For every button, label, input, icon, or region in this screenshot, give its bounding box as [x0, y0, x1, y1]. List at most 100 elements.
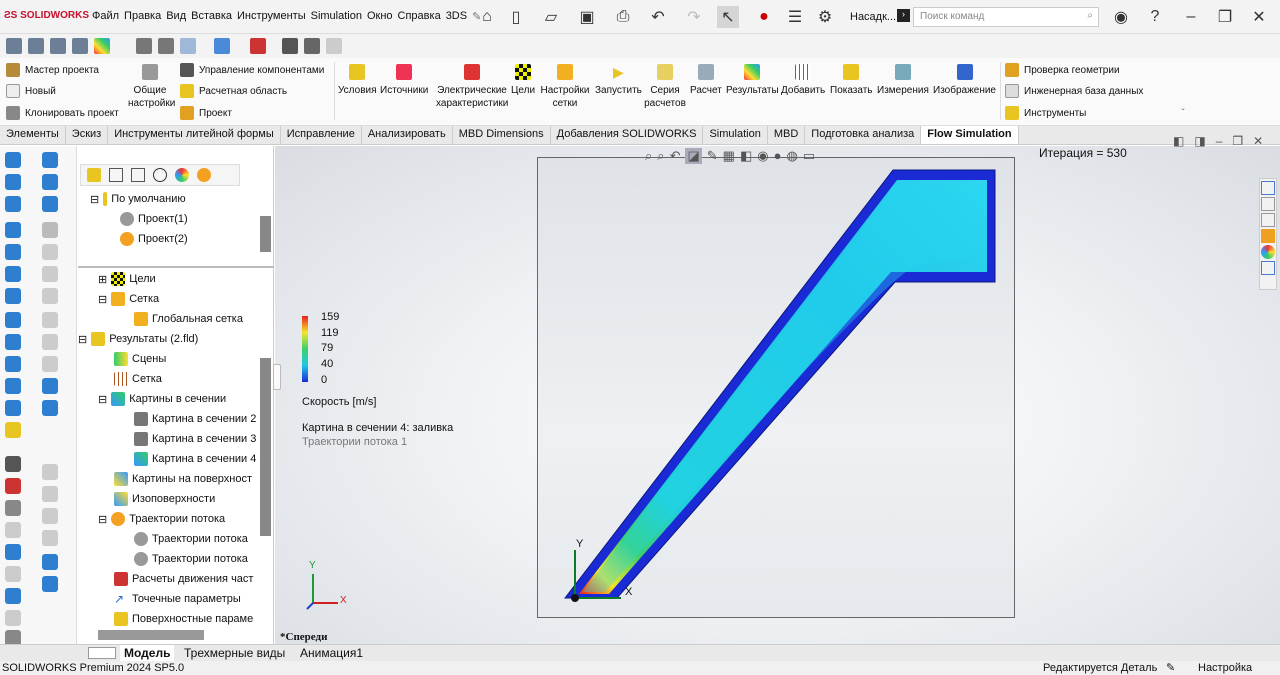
- doc-restore-icon[interactable]: ❐: [1232, 134, 1243, 148]
- tree-item-project2[interactable]: Проект(2): [120, 232, 188, 246]
- toolbar-tool-icon[interactable]: [250, 38, 266, 54]
- tab-addins[interactable]: Добавления SOLIDWORKS: [551, 126, 704, 144]
- tab-analyze[interactable]: Анализировать: [362, 126, 453, 144]
- toolbar-tool-icon[interactable]: [42, 400, 58, 416]
- tab-flow-simulation[interactable]: Flow Simulation: [921, 126, 1019, 144]
- menu-simulation[interactable]: Simulation: [311, 10, 362, 23]
- toolbar-tool-icon[interactable]: [42, 152, 58, 168]
- measure-button[interactable]: Измерения: [877, 64, 929, 97]
- toolbar-tool-icon[interactable]: [5, 456, 21, 472]
- batch-run-button[interactable]: Серия расчетов: [641, 64, 689, 110]
- toolbar-tool-icon[interactable]: [214, 38, 230, 54]
- tree-item-surface-parameters[interactable]: Поверхностные параме: [114, 612, 253, 626]
- tile-left-icon[interactable]: ◧: [1173, 134, 1184, 148]
- close-icon[interactable]: ✕: [1248, 6, 1270, 28]
- tree-item-mesh[interactable]: ⊟ Сетка: [98, 292, 159, 306]
- results-toolbar-icon[interactable]: [94, 38, 110, 54]
- tab-mbd[interactable]: MBD: [768, 126, 806, 144]
- toolbar-tool-icon[interactable]: [5, 356, 21, 372]
- minimize-icon[interactable]: –: [1180, 6, 1202, 28]
- electrical-button[interactable]: Электрические характеристики: [436, 64, 508, 110]
- toolbar-tool-icon[interactable]: [5, 400, 21, 416]
- tools-button[interactable]: Инструменты ˇ: [1005, 106, 1185, 120]
- tab-features[interactable]: Элементы: [0, 126, 66, 144]
- toolbar-tool-icon[interactable]: [42, 244, 58, 260]
- toolbar-tool-icon[interactable]: [5, 244, 21, 260]
- tree-item-mesh-result[interactable]: Сетка: [114, 372, 162, 386]
- solve-button[interactable]: Расчет: [690, 64, 722, 97]
- tree-item-global-mesh[interactable]: Глобальная сетка: [134, 312, 243, 326]
- toolbar-tool-icon[interactable]: [5, 378, 21, 394]
- tab-sketch[interactable]: Эскиз: [66, 126, 109, 144]
- solidworks-logo[interactable]: ƧS SOLIDWORKS: [4, 10, 89, 21]
- conditions-button[interactable]: Условия: [338, 64, 377, 97]
- mesh-settings-button[interactable]: Настройки сетки: [540, 64, 590, 110]
- tree-item-particle-study[interactable]: Расчеты движения част: [114, 572, 253, 586]
- toolbar-tool-icon[interactable]: [50, 38, 66, 54]
- tab-analysis-prep[interactable]: Подготовка анализа: [805, 126, 922, 144]
- sources-button[interactable]: Источники: [380, 64, 428, 97]
- tab-scroll-arrows[interactable]: [88, 647, 116, 659]
- toolbar-tool-icon[interactable]: [42, 508, 58, 524]
- menu-insert[interactable]: Вставка: [191, 10, 232, 23]
- tab-3d-views[interactable]: Трехмерные виды: [180, 645, 289, 661]
- rebuild-icon[interactable]: ✎: [1166, 661, 1175, 674]
- tab-repair[interactable]: Исправление: [281, 126, 362, 144]
- toolbar-tool-icon[interactable]: [5, 196, 21, 212]
- menu-view[interactable]: Вид: [166, 10, 186, 23]
- upper-scrollbar-thumb[interactable]: [260, 216, 271, 252]
- toolbar-tool-icon[interactable]: [42, 266, 58, 282]
- toolbar-tool-icon[interactable]: [42, 288, 58, 304]
- toolbar-tool-icon[interactable]: [136, 38, 152, 54]
- flow-analysis-tree-icon[interactable]: [197, 168, 211, 182]
- tree-item-scenes[interactable]: Сцены: [114, 352, 166, 366]
- toolbar-tool-icon[interactable]: [5, 312, 21, 328]
- tree-item-trajectory-2[interactable]: Траектории потока: [134, 552, 248, 566]
- toolbar-tool-icon[interactable]: [5, 152, 21, 168]
- tab-simulation[interactable]: Simulation: [703, 126, 768, 144]
- component-control-button[interactable]: Управление компонентами: [180, 63, 324, 77]
- camera-icon[interactable]: [282, 38, 298, 54]
- clone-project-button[interactable]: Клонировать проект: [6, 106, 119, 120]
- design-library-icon[interactable]: [1261, 197, 1275, 211]
- menu-help[interactable]: Справка: [398, 10, 441, 23]
- file-explorer-icon[interactable]: [1261, 213, 1275, 227]
- resources-home-icon[interactable]: [1261, 181, 1275, 195]
- panel-collapse-handle[interactable]: [273, 364, 281, 390]
- toolbar-tool-icon[interactable]: [28, 38, 44, 54]
- horizontal-scrollbar-thumb[interactable]: [98, 630, 204, 640]
- tree-item-cut-plots[interactable]: ⊟ Картины в сечении: [98, 392, 226, 406]
- engineering-database-button[interactable]: Инженерная база данных: [1005, 84, 1143, 98]
- new-project-button[interactable]: Новый: [6, 84, 56, 98]
- show-button[interactable]: Показать: [830, 64, 873, 97]
- menu-3ds[interactable]: 3DS: [446, 10, 467, 23]
- menu-edit[interactable]: Правка: [124, 10, 161, 23]
- toolbar-tool-icon[interactable]: [5, 222, 21, 238]
- tab-mbd-dimensions[interactable]: MBD Dimensions: [453, 126, 551, 144]
- toolbar-tool-icon[interactable]: [42, 174, 58, 190]
- file-properties-icon[interactable]: ☰: [784, 6, 806, 28]
- dimxpert-icon[interactable]: [153, 168, 167, 182]
- view-palette-icon[interactable]: [1261, 229, 1275, 243]
- toolbar-tool-icon[interactable]: [5, 266, 21, 282]
- results-button[interactable]: Результаты: [726, 64, 779, 97]
- toolbar-tool-icon[interactable]: [180, 38, 196, 54]
- menu-window[interactable]: Окно: [367, 10, 393, 23]
- image-button[interactable]: Изображение: [933, 64, 996, 97]
- property-manager-icon[interactable]: [109, 168, 123, 182]
- options-gear-icon[interactable]: ⚙: [814, 6, 836, 28]
- toolbar-tool-icon[interactable]: [42, 312, 58, 328]
- appearances-icon[interactable]: [1261, 245, 1275, 259]
- toolbar-tool-icon[interactable]: [5, 610, 21, 626]
- general-settings-button[interactable]: Общие настройки: [128, 64, 175, 110]
- home-icon[interactable]: ⌂: [476, 6, 498, 28]
- menu-file[interactable]: Файл: [92, 10, 119, 23]
- doc-close-icon[interactable]: ✕: [1253, 134, 1263, 148]
- open-icon[interactable]: ▱: [540, 6, 562, 28]
- check-geometry-button[interactable]: Проверка геометрии: [1005, 63, 1120, 77]
- tree-item-isosurfaces[interactable]: Изоповерхности: [114, 492, 215, 506]
- menu-tools[interactable]: Инструменты: [237, 10, 306, 23]
- project-button[interactable]: Проект: [180, 106, 232, 120]
- restore-icon[interactable]: ❐: [1214, 6, 1236, 28]
- toolbar-tool-icon[interactable]: [5, 288, 21, 304]
